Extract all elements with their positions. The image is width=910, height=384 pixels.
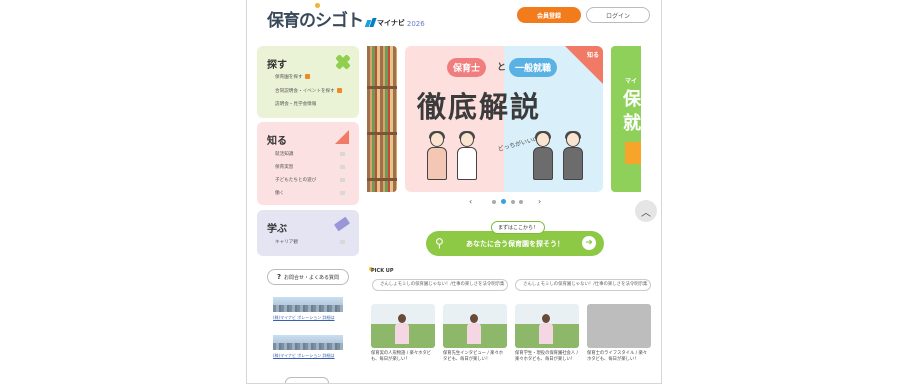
page-frame: 保育のシゴト マイナビ 2026 会員登録 ログイン 探す 保育園を探す 合同説… <box>246 0 662 384</box>
person-illustration <box>531 131 555 180</box>
pencil-deco-icon <box>333 216 351 232</box>
article-thumbnail[interactable] <box>371 304 435 348</box>
carousel-dot[interactable] <box>519 200 523 204</box>
logo-main-text: 保育のシゴト <box>267 11 364 31</box>
side-link[interactable]: (株)マイナビ ポレーション 詳細は <box>273 315 343 320</box>
hero-pill-to: と <box>497 63 507 73</box>
register-button[interactable]: 会員登録 <box>517 7 581 23</box>
scroll-to-top-button[interactable]: ︿ <box>635 200 657 222</box>
article-thumbnail[interactable] <box>443 304 507 348</box>
cta-text: あなたに合う保育園を探そう！ <box>466 239 564 248</box>
sidebar-item-label: 説明会・見学会情報 <box>275 102 317 107</box>
person-illustration <box>561 131 585 180</box>
peek-label: マイ <box>625 78 638 85</box>
cross-deco-icon <box>335 54 351 70</box>
article-thumbnail-placeholder[interactable] <box>587 304 651 348</box>
hero-headline: 徹底解説 <box>417 90 542 124</box>
new-badge-icon <box>336 88 342 93</box>
sidebar-item-career[interactable]: キャリア観 <box>275 239 298 245</box>
city-banner-image[interactable] <box>273 297 343 312</box>
sidebar-item-asobi[interactable]: 子どもたちとの遊び <box>275 177 316 183</box>
chevron-right-icon <box>340 240 345 244</box>
sidebar-card-title: 学ぶ <box>267 224 287 235</box>
sidebar-item-label: 合同説明会・イベントを探す <box>275 89 335 94</box>
person-illustration <box>425 131 449 180</box>
chevron-up-icon: ︿ <box>641 207 651 219</box>
person-illustration <box>455 131 479 180</box>
sidebar-item-hoikuen-search[interactable]: 保育園を探す <box>275 74 310 80</box>
pickup-title: PICK UP <box>371 268 394 274</box>
carousel-dot[interactable] <box>511 200 515 204</box>
hero-slide[interactable]: 保育士 と 一般就職 知る 徹底解説 どっちがいいの？ <box>405 46 603 192</box>
hero-pill-ippan: 一般就職 <box>509 58 558 77</box>
article-title[interactable]: 保育実の人形物語 / 楽々ホタビも、毎日が楽しい！ <box>371 351 435 363</box>
site-logo[interactable]: 保育のシゴト マイナビ 2026 <box>267 3 425 31</box>
sidebar-card-manabu: 学ぶ キャリア観 <box>257 210 359 256</box>
peek-headline: 保就 <box>623 89 641 134</box>
article-title[interactable]: 保育士のライフスタイル / 楽々ホタビも、毎日が楽しい！ <box>587 351 651 363</box>
next-slide-peek[interactable]: マイ 保就 <box>611 46 641 192</box>
cta-callout-label: まずはここから！ <box>491 221 546 234</box>
article-title[interactable]: 保育先生インタビュー / 楽々ホタビも、毎日が楽しい！ <box>443 351 507 363</box>
new-badge-icon <box>304 74 310 79</box>
sidebar-card-title: 知る <box>267 136 287 147</box>
sidebar-item-hataraku[interactable]: 働く <box>275 190 284 196</box>
carousel-prev-icon[interactable]: ‹ <box>469 197 472 206</box>
mynavi-mark-icon <box>366 18 376 28</box>
sidebar-item-event-search[interactable]: 合同説明会・イベントを探す <box>275 88 342 94</box>
sidebar-item-label: 保育園を探す <box>275 75 303 80</box>
arrow-right-icon: ➜ <box>582 236 596 250</box>
carousel-dot[interactable] <box>492 200 496 204</box>
triangle-deco-icon <box>335 130 349 144</box>
sidebar-card-title: 探す <box>267 60 287 71</box>
city-banner-image[interactable] <box>273 335 343 350</box>
article-title[interactable]: 保育学生・現役の保育園社会人 / 楽々ホタビも、毎日が楽しい！ <box>515 351 579 363</box>
chevron-right-icon <box>340 165 345 169</box>
chevron-right-icon <box>340 152 345 156</box>
pickup-tag-link[interactable]: さんしょモミしの保育園じゃない！/仕事の楽しさを法令明示集 <box>515 279 651 291</box>
more-button[interactable] <box>285 377 329 383</box>
sidebar-card-shiru: 知る 就活知識 保育実習 子どもたちとの遊び 働く <box>257 122 359 205</box>
login-button[interactable]: ログイン <box>586 7 650 23</box>
carousel-next-icon[interactable]: › <box>538 197 541 206</box>
logo-dot-icon <box>315 3 320 8</box>
faq-button[interactable]: ? お問合せ・よくある質問 <box>267 269 349 285</box>
sidebar-item-shukatsu[interactable]: 就活知識 <box>275 151 293 157</box>
question-icon: ? <box>276 273 282 281</box>
search-icon: ⚲ <box>435 236 444 250</box>
chevron-right-icon <box>340 191 345 195</box>
carousel-dot-active[interactable] <box>501 199 506 204</box>
prev-slide-peek[interactable] <box>367 46 397 192</box>
sidebar-item-setsumeikai[interactable]: 説明会・見学会情報 <box>275 101 316 107</box>
hero-pill-hoikushi: 保育士 <box>447 58 487 77</box>
hero-flag-text: 知る <box>586 52 599 59</box>
logo-sub-text: マイナビ <box>377 19 405 27</box>
peek-strip <box>625 142 641 164</box>
article-thumbnail[interactable] <box>515 304 579 348</box>
faq-label: お問合せ・よくある質問 <box>284 274 340 281</box>
logo-year-text: 2026 <box>406 20 425 28</box>
chevron-right-icon <box>340 178 345 182</box>
pickup-tag-link[interactable]: さんしょモミしの保育園じゃない！/仕事の楽しさを法令明示集 <box>372 279 508 291</box>
sidebar-card-sagasu: 探す 保育園を探す 合同説明会・イベントを探す 説明会・見学会情報 <box>257 46 359 118</box>
sidebar-item-jisshu[interactable]: 保育実習 <box>275 164 293 170</box>
side-link[interactable]: (株)マイナビ ポレーション 詳細は <box>273 353 343 358</box>
find-hoikuen-button[interactable]: あなたに合う保育園を探そう！ <box>426 231 604 256</box>
hero-category-flag: 知る <box>563 46 603 86</box>
